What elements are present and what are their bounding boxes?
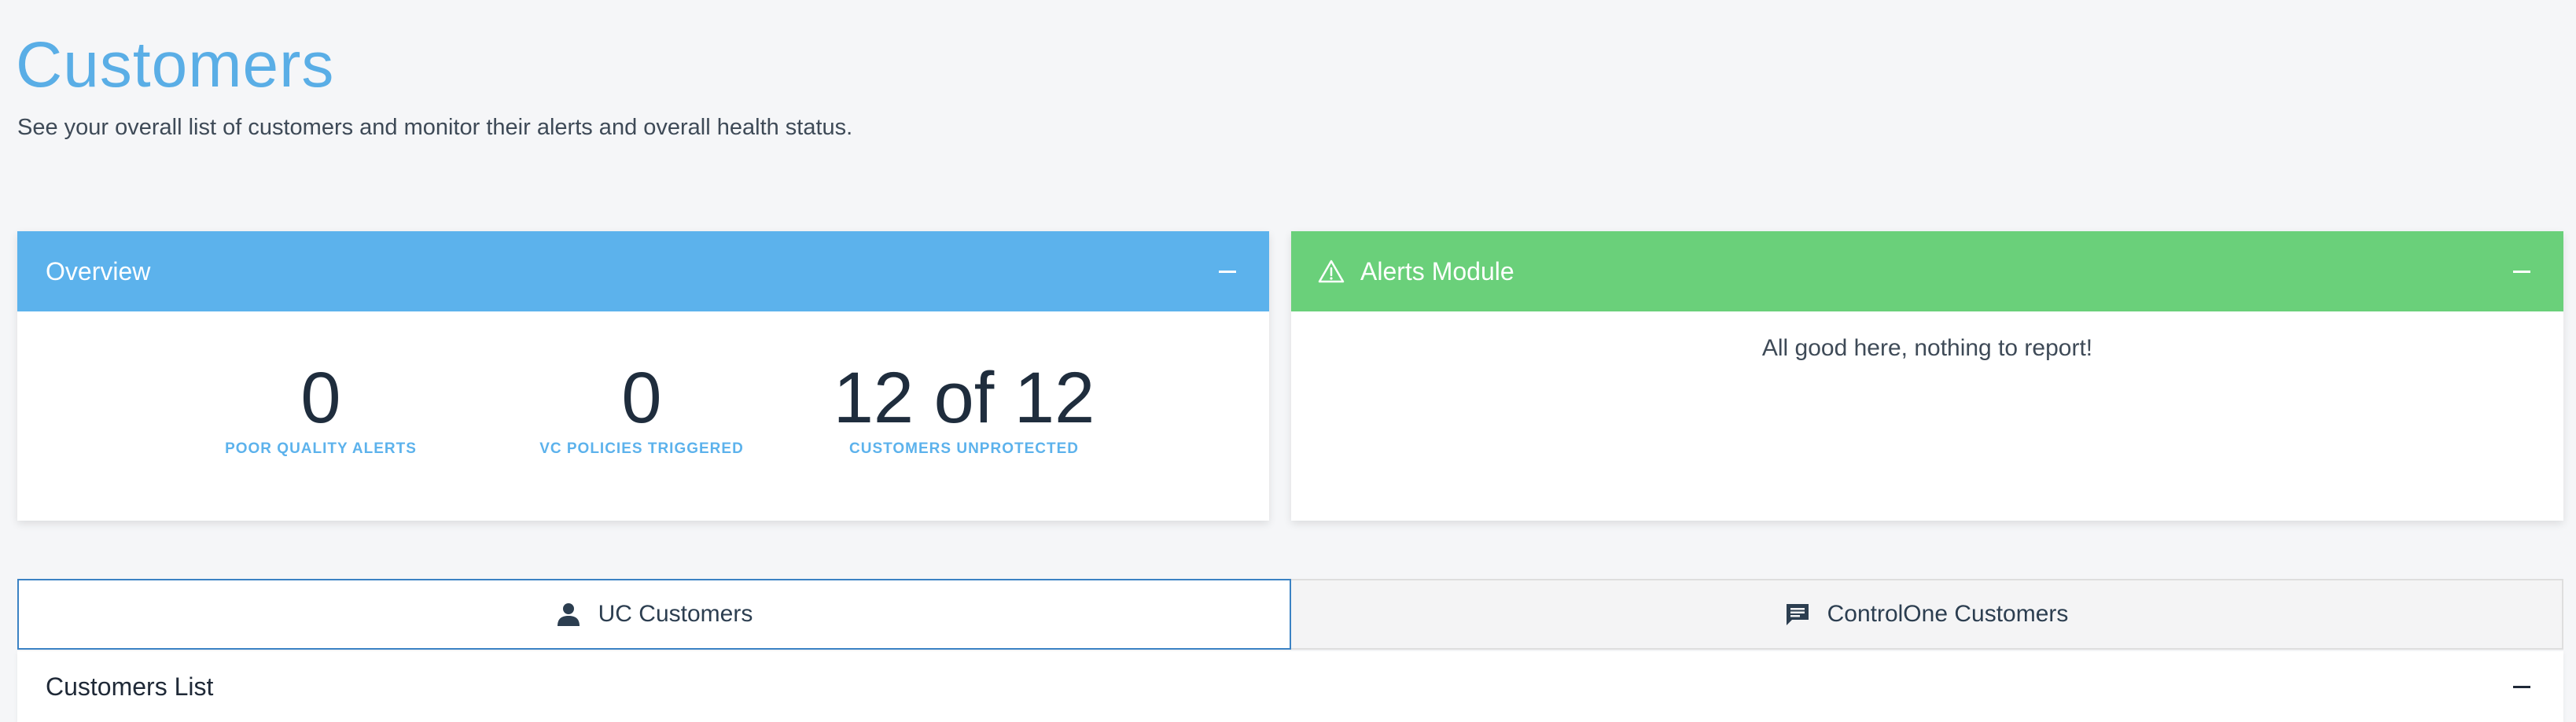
overview-header: Overview bbox=[17, 231, 1269, 311]
alerts-header: Alerts Module bbox=[1291, 231, 2563, 311]
customers-list-panel: Customers List bbox=[17, 651, 2563, 722]
tab-label: UC Customers bbox=[598, 601, 753, 627]
tab-label: ControlOne Customers bbox=[1827, 601, 2069, 627]
page-title: Customers bbox=[16, 29, 335, 101]
stat-value: 0 bbox=[300, 358, 341, 438]
stat-label: VC POLICIES TRIGGERED bbox=[539, 440, 744, 457]
overview-panel: Overview 0 POOR QUALITY ALERTS 0 VC POLI… bbox=[17, 231, 1269, 521]
tab-controlone-customers[interactable]: ControlOne Customers bbox=[1291, 579, 2563, 650]
overview-collapse-button[interactable] bbox=[1219, 270, 1236, 273]
alerts-collapse-button[interactable] bbox=[2513, 270, 2530, 273]
customers-list-title: Customers List bbox=[46, 672, 214, 701]
stat-value: 0 bbox=[621, 358, 662, 438]
stat-vc-policies-triggered: 0 VC POLICIES TRIGGERED bbox=[539, 359, 744, 458]
tab-uc-customers[interactable]: UC Customers bbox=[17, 579, 1291, 650]
chat-icon bbox=[1786, 604, 1809, 625]
user-icon bbox=[557, 603, 580, 626]
customers-list-collapse-button[interactable] bbox=[2513, 685, 2530, 688]
page-subtitle: See your overall list of customers and m… bbox=[17, 115, 853, 140]
customer-tabs: UC Customers ControlOne Customers bbox=[17, 579, 2563, 650]
warning-icon bbox=[1318, 260, 1345, 283]
overview-title: Overview bbox=[46, 256, 151, 285]
alerts-title: Alerts Module bbox=[1360, 256, 1514, 285]
alerts-panel: Alerts Module All good here, nothing to … bbox=[1291, 231, 2563, 521]
stat-value: 12 of 12 bbox=[833, 358, 1095, 438]
stat-label: POOR QUALITY ALERTS bbox=[225, 440, 417, 457]
alerts-message: All good here, nothing to report! bbox=[1761, 335, 2093, 361]
stat-customers-unprotected: 12 of 12 CUSTOMERS UNPROTECTED bbox=[834, 359, 1095, 458]
stat-poor-quality-alerts: 0 POOR QUALITY ALERTS bbox=[225, 359, 417, 458]
stat-label: CUSTOMERS UNPROTECTED bbox=[849, 440, 1079, 457]
overview-stats: 0 POOR QUALITY ALERTS 0 VC POLICIES TRIG… bbox=[17, 311, 1269, 521]
